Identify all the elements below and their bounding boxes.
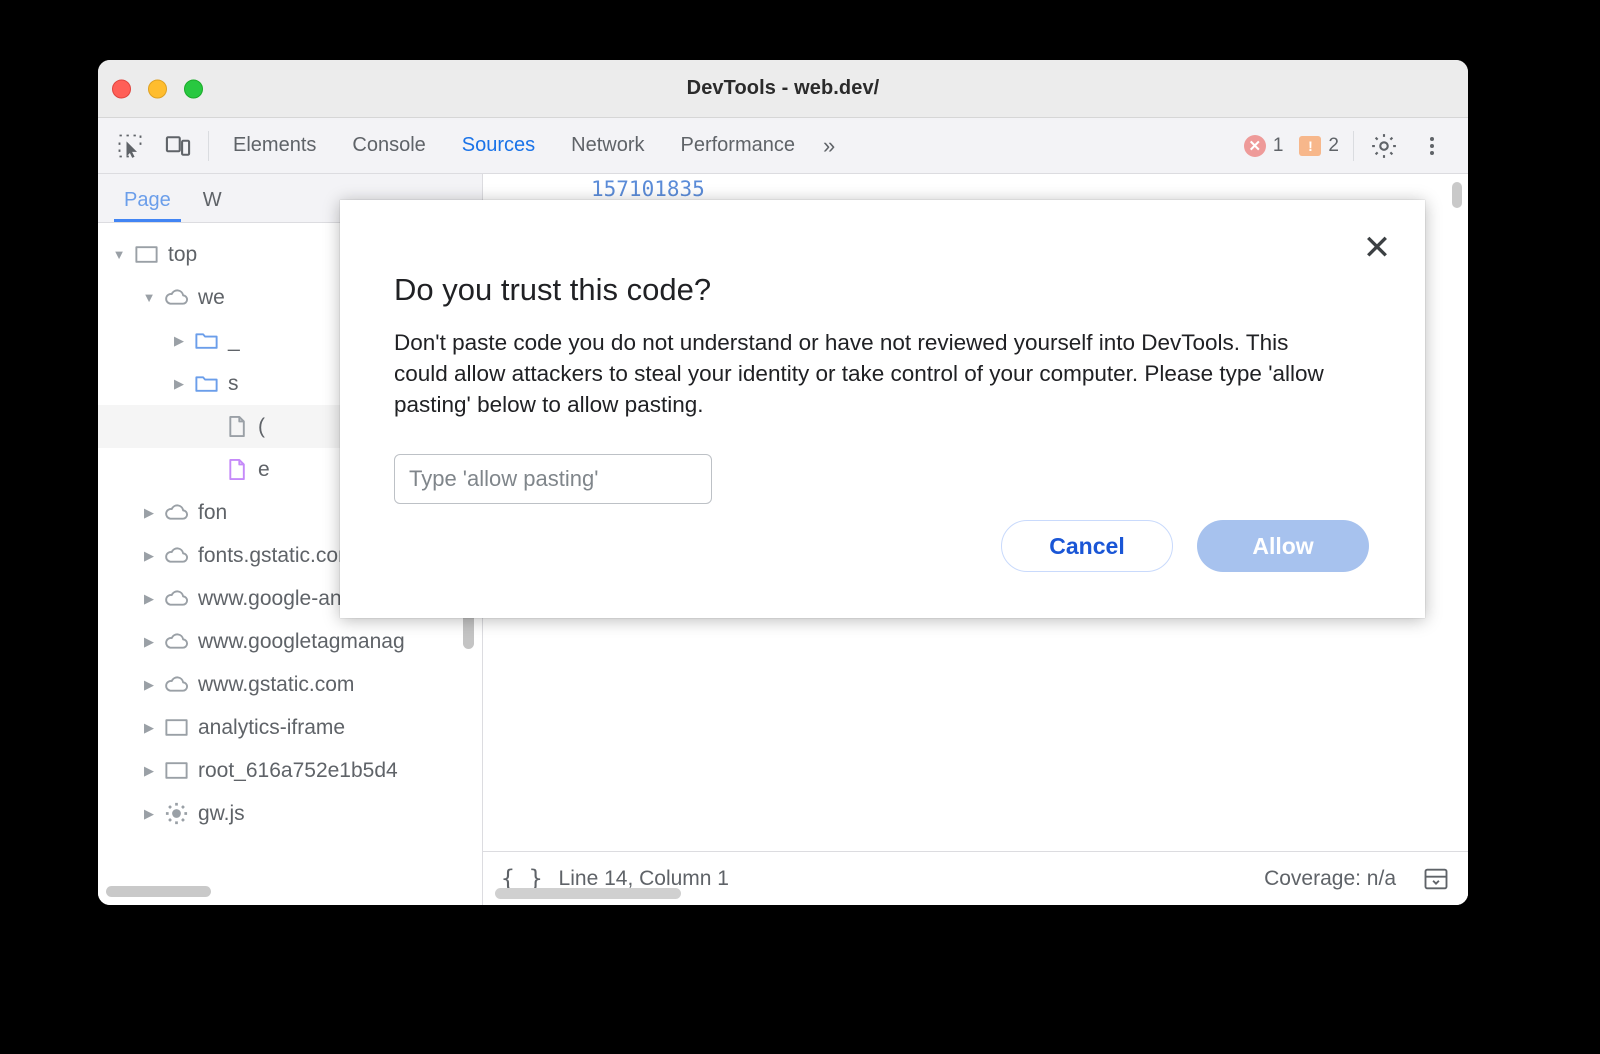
toolbar-divider-right [1353,130,1354,161]
file-css-icon [220,456,252,483]
close-icon[interactable]: ✕ [1355,226,1399,270]
tree-item-label: fon [198,500,228,524]
error-count: 1 [1272,134,1284,156]
tree-item[interactable]: root_616a752e1b5d4 [98,749,482,792]
nav-tab-workspace[interactable]: W [187,189,238,222]
chevron-right-icon[interactable] [138,763,160,779]
window-titlebar: DevTools - web.dev/ [98,60,1468,118]
tree-item-label: root_616a752e1b5d4 [198,758,398,782]
folder-icon [190,327,222,354]
editor-vertical-scrollbar[interactable] [1452,182,1462,208]
devtools-main-toolbar: Elements Console Sources Network Perform… [98,118,1468,174]
devtools-window: DevTools - web.dev/ Elements Console Sou… [98,60,1468,905]
maximize-window-button[interactable] [184,79,203,98]
frame-icon [160,757,192,784]
allow-pasting-input[interactable] [394,454,712,505]
tab-sources[interactable]: Sources [444,118,553,173]
gear-icon[interactable] [1360,122,1408,170]
error-badge[interactable]: ✕ 1 [1243,134,1284,157]
cloud-icon [160,628,192,655]
tree-item-label: we [198,285,225,309]
chevron-right-icon[interactable] [168,333,190,349]
cloud-icon [160,585,192,612]
gear-icon [160,800,192,827]
chevron-right-icon[interactable] [138,806,160,822]
nav-tab-page[interactable]: Page [108,189,187,222]
coverage-label: Coverage: n/a [1264,866,1396,890]
chevron-right-icon[interactable] [138,548,160,564]
chevron-right-icon[interactable] [138,677,160,693]
toolbar-divider [208,130,209,161]
tree-item-label: s [228,371,239,395]
dialog-title: Do you trust this code? [394,272,712,307]
kebab-menu-icon[interactable] [1408,122,1456,170]
tree-item-label: top [168,242,198,266]
tab-console[interactable]: Console [334,118,443,173]
dialog-actions: Cancel Allow [1001,520,1369,572]
frame-icon [160,714,192,741]
file-icon [220,413,252,440]
chevron-right-icon[interactable] [168,376,190,392]
tab-network[interactable]: Network [553,118,662,173]
allow-button[interactable]: Allow [1197,520,1369,572]
chevron-right-icon[interactable] [138,591,160,607]
tree-item[interactable]: analytics-iframe [98,706,482,749]
folder-icon [190,370,222,397]
warning-icon: ! [1299,135,1322,156]
tree-item-label: gw.js [198,801,245,825]
tree-item-label: fonts.gstatic.com [198,543,356,567]
panel-tabs: Elements Console Sources Network Perform… [215,118,842,173]
chevron-right-icon[interactable] [138,505,160,521]
tree-item[interactable]: www.gstatic.com [98,663,482,706]
error-icon: ✕ [1243,134,1266,157]
frame-icon [130,241,162,268]
cursor-position: Line 14, Column 1 [558,866,729,890]
window-title: DevTools - web.dev/ [686,77,880,99]
close-window-button[interactable] [112,79,131,98]
code-line: 157101835 [483,174,1468,203]
tree-item[interactable]: gw.js [98,792,482,835]
chevron-right-icon[interactable] [138,720,160,736]
code-text: 157101835 [591,176,705,201]
tree-item-label: e [258,457,270,481]
issue-badges: ✕ 1 ! 2 [1243,134,1339,157]
tab-performance[interactable]: Performance [663,118,814,173]
cloud-icon [160,284,192,311]
more-tabs-chevron-icon[interactable]: » [813,133,842,159]
cloud-icon [160,671,192,698]
traffic-lights [112,79,203,98]
tree-item-label: analytics-iframe [198,715,346,739]
inspect-cursor-icon[interactable] [106,122,154,170]
tree-item[interactable]: www.googletagmanag [98,620,482,663]
show-drawer-icon[interactable] [1422,865,1450,893]
minimize-window-button[interactable] [148,79,167,98]
trust-code-dialog: ✕ Do you trust this code? Don't paste co… [340,200,1425,618]
tree-item-label: _ [228,328,240,352]
cancel-button[interactable]: Cancel [1001,520,1173,572]
editor-horizontal-scrollbar[interactable] [495,888,681,899]
tree-item-label: www.googletagmanag [198,629,405,653]
tree-item-label: www.gstatic.com [198,672,355,696]
cloud-icon [160,542,192,569]
warning-badge[interactable]: ! 2 [1299,135,1339,157]
chevron-down-icon[interactable] [138,290,160,305]
dialog-message: Don't paste code you do not understand o… [394,330,1324,417]
cloud-icon [160,499,192,526]
navigator-horizontal-scrollbar[interactable] [106,886,211,897]
chevron-down-icon[interactable] [108,247,130,262]
warning-count: 2 [1328,134,1339,156]
device-toolbar-icon[interactable] [154,122,202,170]
tab-elements[interactable]: Elements [215,118,334,173]
chevron-right-icon[interactable] [138,634,160,650]
tree-item-label: ( [258,414,265,438]
